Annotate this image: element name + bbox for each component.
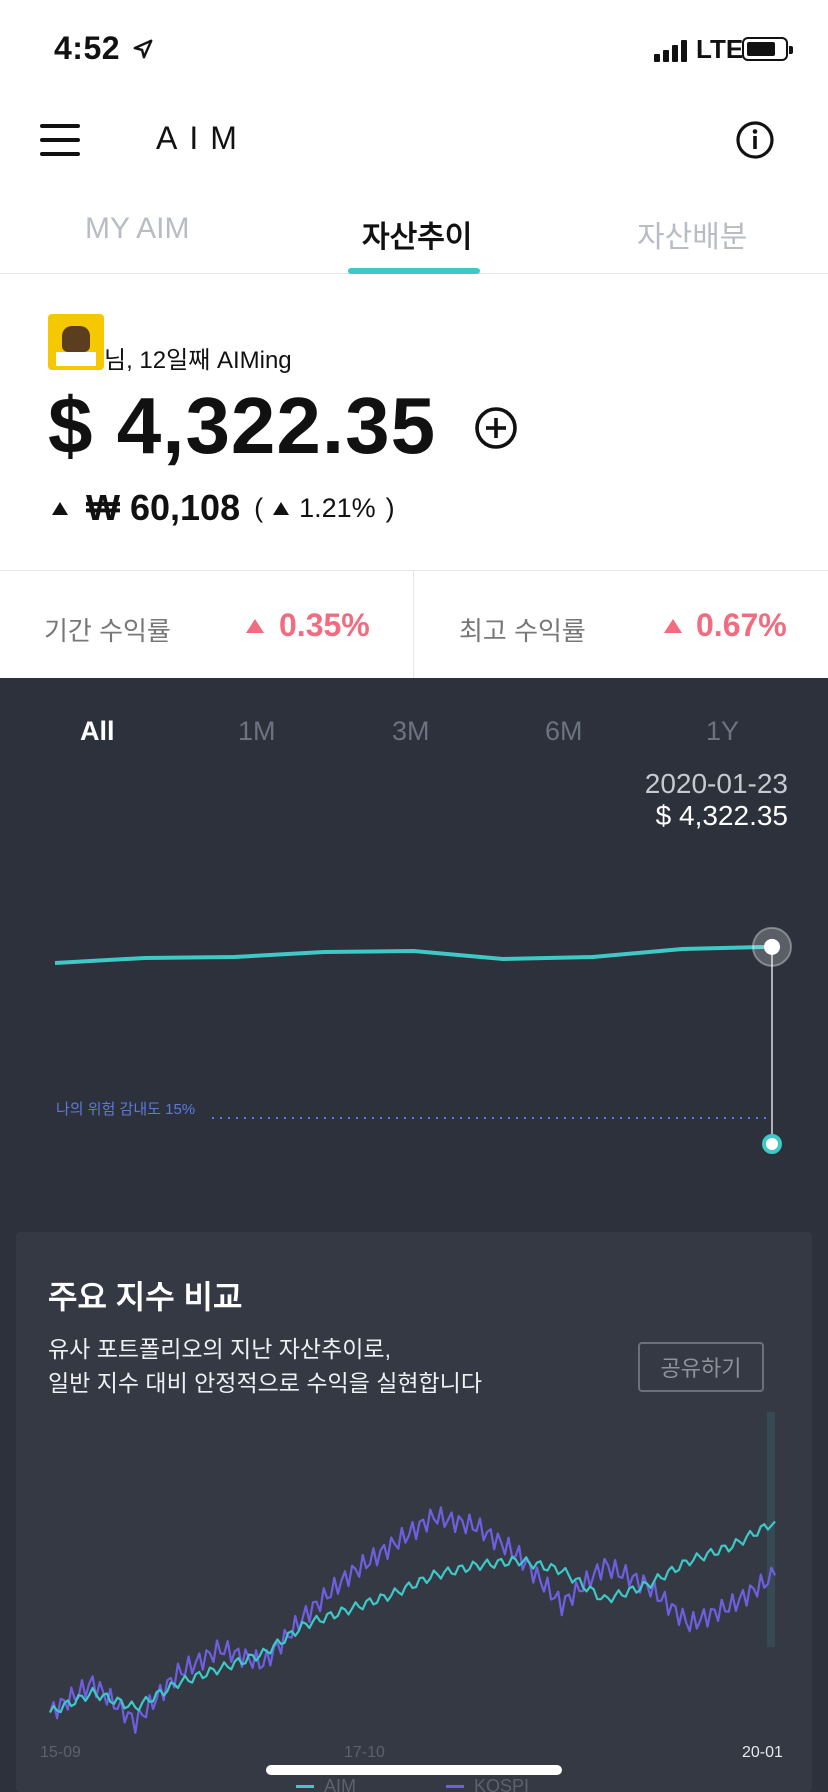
hamburger-icon[interactable] — [40, 124, 82, 156]
period-return-label: 기간 수익률 — [44, 616, 171, 646]
tab-my-aim[interactable]: MY AIM — [85, 212, 189, 246]
total-balance: $ 4,322.35 — [48, 381, 437, 470]
legend-label: KOSPI — [474, 1776, 530, 1792]
divider — [413, 571, 414, 679]
selected-date: 2020-01-23 — [644, 768, 788, 799]
range-1y[interactable]: 1Y — [706, 716, 739, 747]
range-all[interactable]: All — [80, 716, 115, 747]
status-time: 4:52 — [54, 30, 121, 66]
comparison-desc-line1: 유사 포트폴리오의 지난 자산추이로, — [48, 1336, 391, 1362]
asset-trend-chart[interactable] — [0, 848, 828, 1178]
period-return-value: 0.35% — [279, 607, 370, 643]
cellular-signal-icon — [654, 38, 690, 62]
returns-panel: 기간 수익률 0.35% 최고 수익률 0.67% — [0, 570, 828, 679]
best-return-label: 최고 수익률 — [459, 616, 586, 646]
legend-item-kospi: KOSPI — [446, 1776, 529, 1792]
up-triangle-icon — [246, 619, 264, 633]
range-3m[interactable]: 3M — [392, 716, 430, 747]
pct-close-paren: ) — [385, 492, 395, 523]
tab-indicator — [348, 268, 480, 274]
selected-value: $ 4,322.35 — [655, 800, 788, 831]
x-tick-label: 15-09 — [40, 1744, 81, 1761]
range-1m[interactable]: 1M — [238, 716, 276, 747]
data-point — [764, 938, 780, 955]
legend-label: AIM — [324, 1776, 357, 1792]
index-comparison-chart — [48, 1412, 776, 1734]
tab-asset-allocation[interactable]: 자산배분 — [637, 212, 747, 256]
status-bar: 4:52 LTE — [0, 0, 828, 100]
info-icon[interactable] — [735, 120, 775, 160]
x-tick-label: 20-01 — [742, 1744, 783, 1761]
x-tick-label: 17-10 — [344, 1744, 385, 1761]
asset-series-line — [54, 944, 773, 965]
risk-point — [762, 1134, 782, 1154]
comparison-title: 주요 지수 비교 — [48, 1279, 243, 1315]
aim-series-line — [49, 1520, 776, 1714]
krw-change-row: ₩ 60,108 ( 1.21% ) — [52, 486, 395, 530]
comparison-desc-line2: 일반 지수 대비 안정적으로 수익을 실현합니다 — [48, 1370, 482, 1396]
legend-item-aim: AIM — [296, 1776, 356, 1792]
home-indicator — [266, 1765, 562, 1775]
pct-change: ( 1.21% ) — [254, 493, 395, 524]
greeting-text: 님, 12일째 AIMing — [104, 347, 292, 374]
avatar — [48, 314, 104, 370]
add-circle-icon[interactable] — [474, 406, 518, 450]
tab-asset-trend[interactable]: 자산추이 — [362, 212, 472, 256]
risk-tolerance-label: 나의 위험 감내도 15% — [56, 1101, 196, 1118]
battery-icon — [742, 37, 793, 61]
chart-section: All 1M 3M 6M 1Y 2020-01-23 $ 4,322.35 나의… — [0, 678, 828, 1792]
pct-open-paren: ( — [254, 492, 264, 523]
pct-change-value: 1.21% — [299, 492, 376, 523]
best-return-value: 0.67% — [696, 607, 787, 643]
up-triangle-icon — [52, 501, 68, 515]
top-tabs: MY AIM 자산추이 자산배분 — [0, 200, 828, 274]
app-title: AIM — [156, 120, 249, 156]
index-comparison-card: 주요 지수 비교 유사 포트폴리오의 지난 자산추이로, 일반 지수 대비 안정… — [16, 1232, 812, 1792]
up-triangle-icon — [273, 501, 290, 515]
location-arrow-icon — [133, 39, 153, 59]
krw-change-value: ₩ 60,108 — [86, 487, 241, 528]
network-type: LTE — [696, 34, 744, 64]
share-button[interactable]: 공유하기 — [638, 1342, 764, 1392]
range-6m[interactable]: 6M — [545, 716, 583, 747]
up-triangle-icon — [664, 619, 682, 633]
kospi-series-line — [48, 1506, 776, 1734]
